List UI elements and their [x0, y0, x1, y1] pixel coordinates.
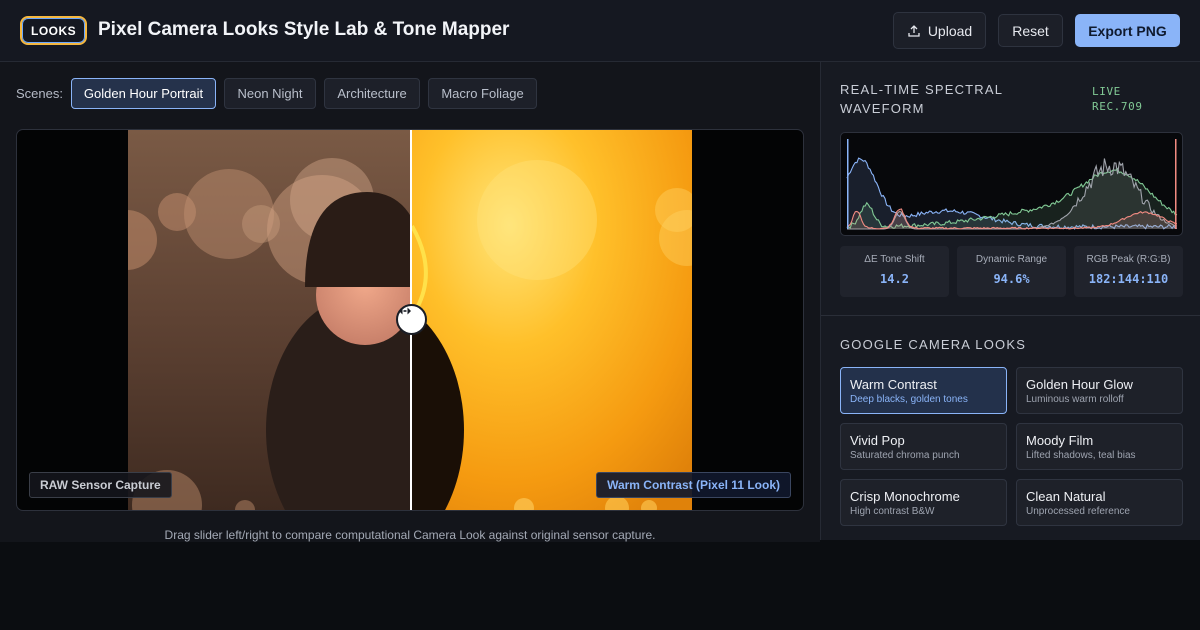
- look-name: Warm Contrast: [850, 377, 937, 392]
- live-badge: LIVE REC.709: [1092, 84, 1143, 114]
- app-title: Pixel Camera Looks Style Lab & Tone Mapp…: [98, 19, 510, 40]
- scenes-label: Scenes:: [16, 86, 63, 101]
- app-header: LOOKS Pixel Camera Looks Style Lab & Ton…: [0, 0, 1200, 62]
- waveform-title: Real-time Spectral Waveform: [840, 82, 1003, 116]
- look-vivid-pop[interactable]: Vivid Pop Saturated chroma punch: [840, 423, 1007, 470]
- looks-title: Google Camera Looks: [840, 337, 1027, 352]
- preview-pane: Scenes: Golden Hour Portrait Neon Night …: [0, 62, 820, 542]
- raw-capture-tag: RAW Sensor Capture: [29, 472, 172, 498]
- spectral-waveform: [840, 132, 1183, 236]
- stat-tone-shift: ΔE Tone Shift 14.2: [840, 246, 949, 297]
- stat-label: Dynamic Range: [975, 254, 1048, 265]
- stat-value: 14.2: [880, 272, 909, 286]
- look-name: Crisp Monochrome: [850, 489, 960, 504]
- compare-slider-handle[interactable]: [396, 304, 427, 335]
- look-golden-hour-glow[interactable]: Golden Hour Glow Luminous warm rolloff: [1016, 367, 1183, 414]
- stat-rgb-peak: RGB Peak (R:G:B) 182:144:110: [1074, 246, 1183, 297]
- side-panel: Real-time Spectral Waveform LIVE REC.709…: [820, 62, 1200, 540]
- waveform-graph: [846, 139, 1178, 230]
- live-badge-status: LIVE: [1092, 85, 1121, 98]
- upload-label: Upload: [927, 22, 973, 39]
- look-desc: Unprocessed reference: [1026, 506, 1130, 517]
- scene-golden-hour-portrait[interactable]: Golden Hour Portrait: [71, 78, 216, 109]
- scene-neon-night[interactable]: Neon Night: [224, 78, 316, 109]
- look-desc: Luminous warm rolloff: [1026, 394, 1124, 405]
- stat-dynamic-range: Dynamic Range 94.6%: [957, 246, 1066, 297]
- live-badge-colorspace: REC.709: [1092, 100, 1143, 113]
- waveform-white-clip-marker: [1175, 139, 1177, 229]
- upload-button[interactable]: Upload: [893, 12, 986, 49]
- scene-architecture[interactable]: Architecture: [324, 78, 420, 109]
- upload-icon: [908, 24, 920, 37]
- look-name: Vivid Pop: [850, 433, 905, 448]
- stat-label: RGB Peak (R:G:B): [1086, 254, 1171, 265]
- stat-label: ΔE Tone Shift: [864, 254, 925, 265]
- section-divider: [821, 315, 1200, 316]
- slider-hint: Drag slider left/right to compare comput…: [164, 528, 656, 542]
- look-warm-contrast[interactable]: Warm Contrast Deep blacks, golden tones: [840, 367, 1007, 414]
- waveform-black-clip-marker: [847, 139, 849, 229]
- look-name: Clean Natural: [1026, 489, 1106, 504]
- drag-arrows-icon: [399, 307, 411, 315]
- look-desc: Saturated chroma punch: [850, 450, 960, 461]
- look-applied-tag: Warm Contrast (Pixel 11 Look): [596, 472, 791, 498]
- look-name: Golden Hour Glow: [1026, 377, 1133, 392]
- stat-value: 94.6%: [993, 272, 1030, 286]
- scene-macro-foliage[interactable]: Macro Foliage: [428, 78, 537, 109]
- comparison-viewer[interactable]: RAW Sensor Capture Warm Contrast (Pixel …: [16, 129, 804, 511]
- look-desc: Deep blacks, golden tones: [850, 394, 968, 405]
- export-png-button[interactable]: Export PNG: [1075, 14, 1180, 47]
- look-name: Moody Film: [1026, 433, 1094, 448]
- look-desc: High contrast B&W: [850, 506, 935, 517]
- app-logo: LOOKS: [20, 16, 88, 45]
- look-moody-film[interactable]: Moody Film Lifted shadows, teal bias: [1016, 423, 1183, 470]
- look-clean-natural[interactable]: Clean Natural Unprocessed reference: [1016, 479, 1183, 526]
- look-desc: Lifted shadows, teal bias: [1026, 450, 1136, 461]
- stat-value: 182:144:110: [1088, 272, 1169, 286]
- reset-button[interactable]: Reset: [998, 14, 1063, 47]
- look-crisp-monochrome[interactable]: Crisp Monochrome High contrast B&W: [840, 479, 1007, 526]
